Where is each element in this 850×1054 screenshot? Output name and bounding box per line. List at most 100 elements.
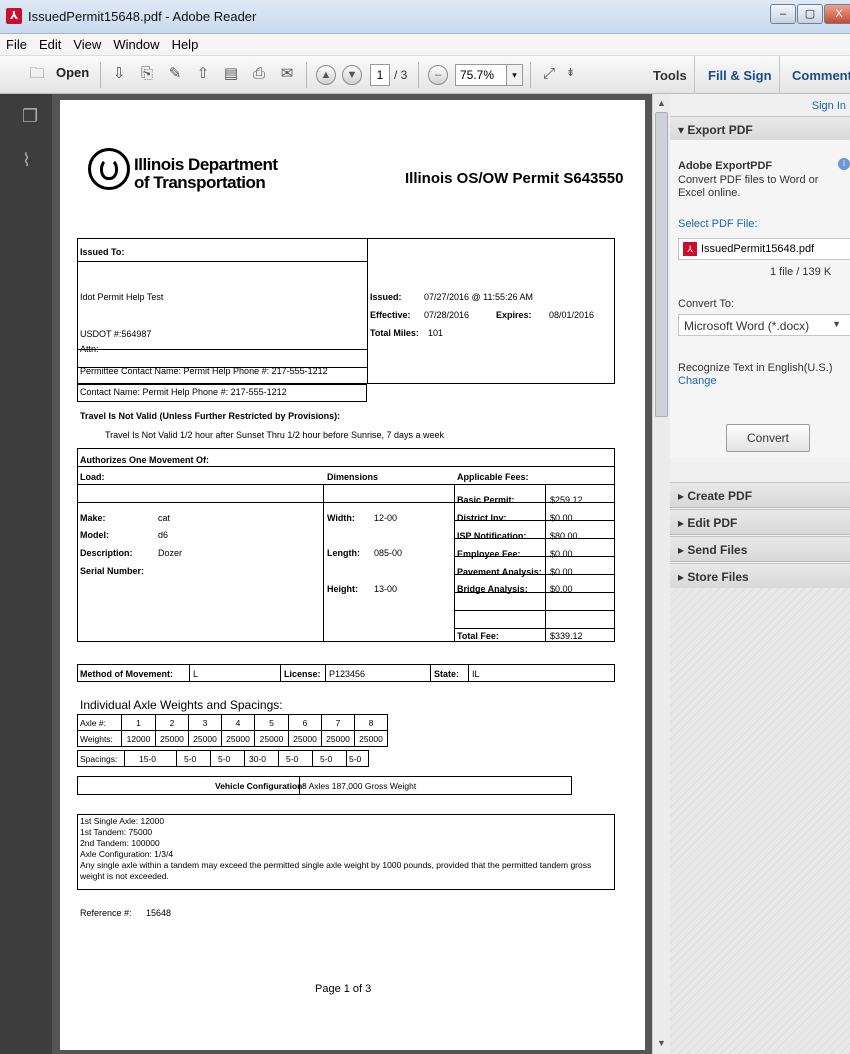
expires-label: Expires:	[496, 310, 532, 320]
change-language-link[interactable]: Change	[678, 375, 717, 387]
zoom-out-icon[interactable]: –	[428, 65, 448, 85]
store-files-label: ▸ Store Files	[678, 570, 749, 584]
axle-number: 6	[288, 714, 322, 731]
axle-weight: 25000	[221, 730, 255, 747]
save-icon[interactable]: ▤	[220, 63, 242, 85]
selected-file[interactable]: ⅄ IssuedPermit15648.pdf	[678, 238, 850, 260]
fee-bridge-value: $0.00	[550, 584, 573, 594]
axle-number: 1	[121, 714, 156, 731]
minimize-button[interactable]: –	[770, 4, 796, 24]
pdf-page: Illinois Department of Transportation Il…	[60, 100, 645, 1050]
edit-icon[interactable]: ✎	[164, 63, 186, 85]
sign-in-link[interactable]: Sign In	[812, 100, 846, 112]
export-pdf-header[interactable]: ▾ Export PDF	[670, 116, 850, 142]
fee-basic-label: Basic Permit:	[457, 495, 515, 505]
org-name-line1: Illinois Department	[134, 155, 278, 174]
chevron-down-icon: ▼	[832, 319, 841, 329]
menu-window[interactable]: Window	[107, 34, 165, 52]
send-files-header[interactable]: ▸ Send Files	[670, 536, 850, 562]
recognize-text-label: Recognize Text in English(U.S.)	[678, 362, 833, 374]
state-label: State:	[434, 669, 460, 679]
axle-weight: 25000	[254, 730, 289, 747]
travel-heading: Travel Is Not Valid (Unless Further Rest…	[80, 411, 341, 421]
reference-label: Reference #:	[80, 908, 132, 918]
convert-to-label: Convert To:	[678, 298, 735, 310]
export-pdf-label: ▾ Export PDF	[678, 123, 753, 137]
navigation-pane: ❐ ⌇	[0, 94, 52, 1054]
menu-edit[interactable]: Edit	[33, 34, 67, 52]
total-miles-label: Total Miles:	[370, 328, 419, 338]
next-page-icon[interactable]: ▼	[342, 65, 362, 85]
convert-button[interactable]: Convert	[726, 424, 810, 452]
note-line: 1st Tandem: 75000	[80, 827, 153, 837]
attn: Attn:	[80, 344, 99, 354]
menu-help[interactable]: Help	[166, 34, 205, 52]
edit-pdf-label: ▸ Edit PDF	[678, 516, 738, 530]
axle-spacing: 5-0	[286, 754, 299, 764]
maximize-button[interactable]: ▢	[797, 4, 823, 24]
fees-label: Applicable Fees:	[457, 472, 529, 482]
page-number-input[interactable]: 1	[370, 64, 390, 86]
page-thumbnails-icon[interactable]: ❐	[22, 106, 40, 128]
axle-weight: 25000	[188, 730, 222, 747]
send-files-label: ▸ Send Files	[678, 543, 748, 557]
open-button[interactable]: Open	[56, 65, 89, 80]
axle-number: 8	[354, 714, 388, 731]
close-button[interactable]: X	[824, 4, 850, 24]
menu-bar: File Edit View Window Help	[0, 34, 850, 56]
email-icon[interactable]: ✉	[276, 63, 298, 85]
menu-file[interactable]: File	[0, 34, 33, 52]
comment-tab[interactable]: Comment	[792, 68, 850, 83]
load-make-value: cat	[158, 513, 171, 523]
edit-pdf-header[interactable]: ▸ Edit PDF	[670, 509, 850, 535]
document-scrollbar[interactable]: ▲ ▼	[652, 94, 670, 1054]
axle-label: Axle #:	[77, 714, 122, 731]
fit-page-icon[interactable]: ⤢	[538, 63, 560, 85]
fee-bridge-label: Bridge Analysis:	[457, 584, 528, 594]
note-line: 2nd Tandem: 100000	[80, 838, 160, 848]
file-name: IssuedPermit15648.pdf	[701, 243, 815, 255]
load-description-value: Dozer	[158, 548, 183, 558]
expires-value: 08/01/2016	[549, 310, 595, 320]
axle-number: 4	[221, 714, 255, 731]
axle-spacing: 15-0	[139, 754, 157, 764]
create-pdf-header[interactable]: ▸ Create PDF	[670, 482, 850, 508]
dim-height-label: Height:	[327, 584, 358, 594]
export-pdf-panel: Adobe ExportPDF i Convert PDF files to W…	[670, 140, 850, 458]
store-files-header[interactable]: ▸ Store Files	[670, 563, 850, 589]
scroll-up-icon[interactable]: ▲	[657, 98, 666, 108]
effective-label: Effective:	[370, 310, 411, 320]
customize-toolbar-icon[interactable]: ⇟	[566, 66, 575, 90]
zoom-dropdown-icon[interactable]: ▾	[507, 64, 523, 86]
attachments-icon[interactable]: ⌇	[22, 150, 40, 172]
issued-to-label: Issued To:	[80, 247, 125, 257]
issued-label: Issued:	[370, 292, 402, 302]
print-icon[interactable]: ⎙	[248, 63, 270, 85]
menu-view[interactable]: View	[67, 34, 107, 52]
scroll-thumb[interactable]	[655, 112, 668, 417]
axle-number: 5	[254, 714, 289, 731]
toolbar: 🗀 Open ⇩ ⎘ ✎ ⇧ ▤ ⎙ ✉ ▲ ▼ 1 / 3 – 75.7% ▾…	[0, 56, 850, 94]
create-pdf-icon[interactable]: ⇩	[108, 63, 130, 85]
load-description-label: Description:	[80, 548, 133, 558]
info-icon[interactable]: i	[838, 158, 850, 170]
vehicle-config-value: 8 Axles 187,000 Gross Weight	[302, 781, 417, 791]
load-model-label: Model:	[80, 530, 109, 540]
scroll-down-icon[interactable]: ▼	[657, 1038, 666, 1048]
open-folder-icon[interactable]: 🗀	[26, 63, 48, 85]
export-pdf-icon[interactable]: ⎘	[136, 63, 158, 85]
convert-to-select[interactable]: Microsoft Word (*.docx) ▼	[678, 314, 850, 336]
axle-weight: 25000	[155, 730, 189, 747]
upload-icon[interactable]: ⇧	[192, 63, 214, 85]
total-miles-value: 101	[428, 328, 444, 338]
page-footer: Page 1 of 3	[315, 983, 372, 995]
permittee-contact: Permittee Contact Name: Permit Help Phon…	[80, 366, 328, 376]
previous-page-icon[interactable]: ▲	[316, 65, 336, 85]
fill-sign-tab[interactable]: Fill & Sign	[708, 68, 772, 83]
title-bar: ⅄ IssuedPermit15648.pdf - Adobe Reader –…	[0, 0, 850, 34]
zoom-input[interactable]: 75.7%	[455, 64, 507, 86]
total-fee-value: $339.12	[550, 631, 583, 641]
tools-tab[interactable]: Tools	[653, 68, 687, 83]
spacings-label: Spacings:	[80, 754, 118, 764]
org-name-line2: of Transportation	[134, 173, 266, 192]
